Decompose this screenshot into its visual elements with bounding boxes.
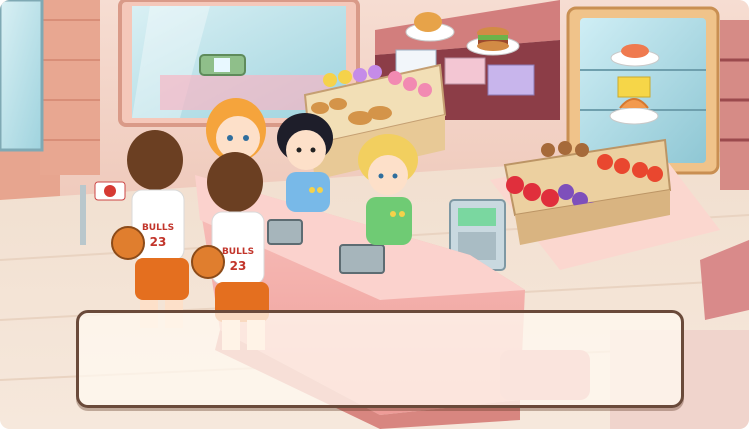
jersey-number: 23 [150, 235, 167, 249]
left-window [0, 0, 44, 152]
game-scene: BULLS 23 BULLS 23 [0, 0, 749, 429]
right-wall-shelf [720, 20, 749, 190]
dialog-box[interactable] [76, 310, 684, 408]
basketball-icon [111, 226, 145, 260]
basketball-icon [191, 245, 225, 279]
jersey-team-text: BULLS [142, 223, 174, 233]
jersey-team-text: BULLS [222, 247, 254, 257]
jersey-number: 23 [230, 259, 247, 273]
